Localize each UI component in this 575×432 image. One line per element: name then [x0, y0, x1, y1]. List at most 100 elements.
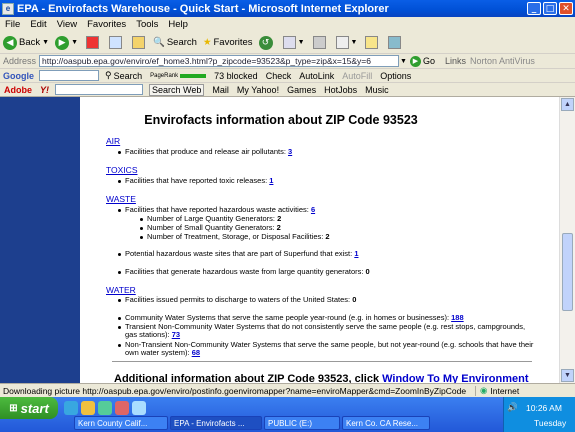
taskbar-button-kern-county[interactable]: Kern County Calif...	[74, 416, 168, 430]
large-generators-count: 0	[365, 267, 370, 276]
stop-icon	[86, 36, 99, 49]
popup-blocker[interactable]: 73 blocked	[214, 71, 258, 81]
menu-help[interactable]: Help	[168, 19, 188, 30]
autofill-button[interactable]: AutoFill	[342, 71, 372, 81]
print-icon	[312, 36, 326, 49]
autolink-button[interactable]: AutoLink	[299, 71, 334, 81]
clock-time[interactable]: 10:26 AM	[526, 403, 562, 413]
search-button[interactable]: 🔍 Search	[153, 37, 197, 48]
globe-icon: ◉	[480, 385, 488, 396]
waste-link[interactable]: WASTE	[106, 194, 136, 204]
norton-antivirus[interactable]: Norton AntiVirus	[470, 56, 535, 66]
hotjobs-link[interactable]: HotJobs	[324, 85, 357, 95]
address-input[interactable]: http://oaspub.epa.gov/enviro/ef_home3.ht…	[39, 55, 400, 67]
stop-button[interactable]	[84, 36, 101, 49]
search-web-button[interactable]: Search Web	[149, 83, 205, 96]
forward-arrow-icon: ▶	[55, 35, 70, 50]
my-yahoo-link[interactable]: My Yahoo!	[237, 85, 279, 95]
toxics-count-link[interactable]: 1	[269, 176, 273, 185]
back-button[interactable]: ◀ Back ▼	[3, 35, 49, 50]
mail-button[interactable]: ▼	[281, 36, 305, 49]
menu-favorites[interactable]: Favorites	[87, 19, 126, 30]
links-button[interactable]: Links	[445, 56, 466, 66]
vertical-scrollbar[interactable]: ▲ ▼	[559, 97, 575, 383]
discuss-button[interactable]	[363, 36, 380, 49]
explorer-quicklaunch-icon[interactable]	[132, 401, 146, 415]
taskbar-button-epa-envirofacts[interactable]: EPA - Envirofacts ...	[170, 416, 262, 430]
menu-file[interactable]: File	[5, 19, 20, 30]
games-link[interactable]: Games	[287, 85, 316, 95]
status-message: Downloading picture http://oaspub.epa.go…	[3, 385, 467, 396]
adobe-button[interactable]: Adobe	[4, 85, 32, 95]
edit-icon	[335, 36, 349, 49]
bullet-icon	[118, 325, 121, 329]
scroll-up-icon[interactable]: ▲	[561, 98, 574, 111]
menu-tools[interactable]: Tools	[136, 19, 158, 30]
ie-quicklaunch-icon[interactable]	[64, 401, 78, 415]
star-icon: ★	[202, 37, 212, 48]
messenger-icon	[388, 36, 402, 49]
scroll-down-icon[interactable]: ▼	[561, 369, 574, 382]
bullet-icon	[140, 217, 143, 221]
taskbar-button-public-drive[interactable]: PUBLIC (E:)	[264, 416, 340, 430]
desktop-quicklaunch-icon[interactable]	[98, 401, 112, 415]
close-button[interactable]: ✕	[559, 2, 573, 15]
bullet-icon	[118, 150, 121, 154]
messenger-button[interactable]	[386, 36, 403, 49]
google-search-input[interactable]	[39, 70, 99, 81]
history-button[interactable]: ↺	[258, 35, 275, 50]
cws-count-link[interactable]: 188	[451, 313, 464, 322]
minimize-button[interactable]: _	[527, 2, 541, 15]
taskbar-button-kern-co-research[interactable]: Kern Co. CA Rese...	[342, 416, 430, 430]
air-count-link[interactable]: 3	[288, 147, 292, 156]
air-link[interactable]: AIR	[106, 136, 120, 146]
outlook-quicklaunch-icon[interactable]	[81, 401, 95, 415]
forward-button[interactable]: ▶ ▼	[55, 35, 78, 50]
edit-button[interactable]: ▼	[334, 36, 357, 49]
yahoo-logo[interactable]: Y!	[40, 85, 49, 95]
ntncws-count-link[interactable]: 68	[192, 348, 200, 357]
menu-view[interactable]: View	[57, 19, 77, 30]
window-title: EPA - Envirofacts Warehouse - Quick Star…	[17, 2, 389, 15]
window-to-my-environment-link[interactable]: Window To My Environment	[382, 373, 528, 383]
tsd-count: 2	[325, 232, 330, 241]
address-bar: Address http://oaspub.epa.gov/enviro/ef_…	[0, 54, 575, 68]
media-quicklaunch-icon[interactable]	[115, 401, 129, 415]
refresh-button[interactable]	[107, 36, 124, 49]
waste-count-link[interactable]: 6	[311, 205, 315, 214]
back-arrow-icon: ◀	[3, 35, 17, 50]
start-button[interactable]: ⊞ start	[0, 397, 58, 419]
address-dropdown-icon[interactable]: ▼	[400, 58, 407, 65]
spell-check-button[interactable]: Check	[266, 71, 292, 81]
refresh-icon	[109, 36, 122, 49]
additional-info: Additional information about ZIP Code 93…	[114, 373, 529, 383]
print-button[interactable]	[311, 36, 328, 49]
scrollbar-thumb[interactable]	[562, 233, 573, 311]
maximize-button[interactable]: □	[543, 2, 557, 15]
bullet-icon	[118, 343, 121, 347]
toxics-link[interactable]: TOXICS	[106, 165, 138, 175]
discharge-permits-count: 0	[352, 295, 357, 304]
tncws-count-link[interactable]: 73	[172, 330, 180, 339]
search-icon: ⚲	[105, 70, 112, 80]
google-logo[interactable]: Google	[3, 71, 34, 81]
google-toolbar: Google ⚲ Search PageRank 73 blocked Check…	[0, 68, 575, 82]
music-link[interactable]: Music	[365, 85, 389, 95]
menu-edit[interactable]: Edit	[30, 19, 46, 30]
bullet-icon	[118, 179, 121, 183]
superfund-count-link[interactable]: 1	[354, 249, 358, 258]
google-search-button[interactable]: ⚲ Search	[105, 70, 142, 81]
page-title: Envirofacts information about ZIP Code 9…	[144, 113, 418, 127]
speaker-icon[interactable]: 🔊	[507, 403, 518, 413]
yahoo-search-input[interactable]	[55, 84, 143, 95]
folder-icon	[365, 36, 379, 49]
water-link[interactable]: WATER	[106, 285, 136, 295]
pagerank-indicator: PageRank	[150, 73, 207, 79]
home-button[interactable]	[130, 36, 147, 49]
menu-bar: File Edit View Favorites Tools Help	[0, 17, 575, 32]
go-button[interactable]: ▶ Go	[409, 55, 435, 67]
options-button[interactable]: Options	[380, 71, 411, 81]
mail-icon	[282, 36, 296, 49]
favorites-button[interactable]: ★ Favorites	[203, 37, 253, 48]
mail-link[interactable]: Mail	[212, 85, 229, 95]
